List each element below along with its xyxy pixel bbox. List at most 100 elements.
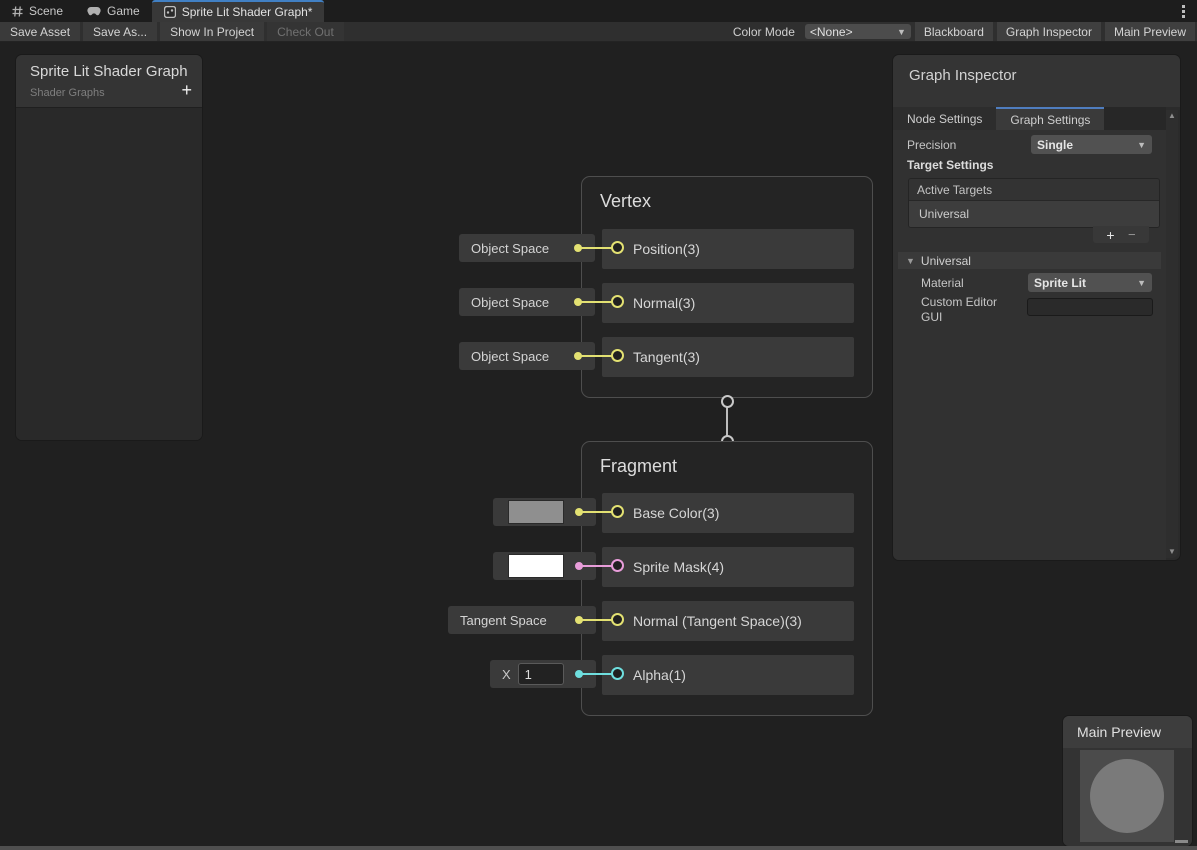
gamepad-icon xyxy=(87,6,101,16)
sprite-mask-input-port[interactable] xyxy=(611,559,624,572)
port-label: Tangent(3) xyxy=(633,349,700,365)
tangent-input-port[interactable] xyxy=(611,349,624,362)
fragment-normal-row[interactable]: Normal (Tangent Space)(3) xyxy=(602,601,854,641)
chevron-down-icon: ▼ xyxy=(1137,278,1146,288)
chevron-down-icon: ▼ xyxy=(897,27,906,37)
material-dropdown[interactable]: Sprite Lit ▼ xyxy=(1028,273,1152,292)
preview-render-area xyxy=(1080,750,1174,842)
space-pill-label: Tangent Space xyxy=(460,613,547,628)
graph-inspector-panel[interactable]: Graph Inspector Node Settings Graph Sett… xyxy=(893,55,1180,560)
port-label: Position(3) xyxy=(633,241,700,257)
graph-inspector-toggle-button[interactable]: Graph Inspector xyxy=(997,22,1101,41)
tangent-space-pill[interactable]: Object Space xyxy=(459,342,595,370)
color-mode-dropdown[interactable]: <None> ▼ xyxy=(805,24,911,39)
space-pill-label: Object Space xyxy=(471,241,549,256)
scroll-up-icon[interactable]: ▲ xyxy=(1168,112,1176,120)
edge-position xyxy=(578,247,614,249)
graph-inspector-title: Graph Inspector xyxy=(909,67,1017,84)
tab-node-settings[interactable]: Node Settings xyxy=(893,107,996,130)
port-label: Base Color(3) xyxy=(633,505,719,521)
tab-game[interactable]: Game xyxy=(75,0,152,22)
main-preview-toggle-button[interactable]: Main Preview xyxy=(1105,22,1195,41)
normal-ts-input-port[interactable] xyxy=(611,613,624,626)
alpha-x-label: X xyxy=(502,667,511,682)
add-target-button[interactable]: + xyxy=(1106,228,1114,242)
main-preview-panel[interactable]: Main Preview xyxy=(1063,716,1192,846)
kebab-menu-icon xyxy=(1182,5,1185,18)
sprite-mask-swatch[interactable] xyxy=(508,554,564,578)
alpha-input-port[interactable] xyxy=(611,667,624,680)
preview-sprite-circle xyxy=(1090,759,1164,833)
active-target-row-universal[interactable]: Universal xyxy=(909,201,1159,227)
position-input-port[interactable] xyxy=(611,241,624,254)
tab-shader-graph-label: Sprite Lit Shader Graph* xyxy=(182,5,313,19)
normal-input-port[interactable] xyxy=(611,295,624,308)
vertex-normal-row[interactable]: Normal(3) xyxy=(602,283,854,323)
tab-scene[interactable]: Scene xyxy=(0,0,75,22)
base-color-input-port[interactable] xyxy=(611,505,624,518)
shader-graph-toolbar: Save Asset Save As... Show In Project Ch… xyxy=(0,22,1197,42)
tab-shader-graph[interactable]: Sprite Lit Shader Graph* xyxy=(152,0,325,22)
blackboard-body xyxy=(16,108,202,440)
main-preview-body xyxy=(1063,748,1192,846)
foldout-arrow-icon: ▼ xyxy=(906,256,915,266)
edge-base-color xyxy=(578,511,614,513)
window-overflow-menu-button[interactable] xyxy=(1170,0,1197,22)
scene-grid-icon xyxy=(12,6,23,17)
vertex-node-title: Vertex xyxy=(600,191,651,212)
edge-tangent xyxy=(578,355,614,357)
space-pill-label: Object Space xyxy=(471,295,549,310)
blackboard-subtitle: Shader Graphs xyxy=(30,87,105,99)
normal-tangent-space-pill[interactable]: Tangent Space xyxy=(448,606,596,634)
tab-game-label: Game xyxy=(107,4,140,18)
vertex-node[interactable]: Vertex Position(3) Normal(3) Tangent(3) xyxy=(581,176,873,398)
precision-dropdown[interactable]: Single ▼ xyxy=(1031,135,1152,154)
blackboard-panel[interactable]: Sprite Lit Shader Graph Shader Graphs + xyxy=(16,55,202,440)
save-as-button[interactable]: Save As... xyxy=(83,22,157,41)
window-bottom-edge xyxy=(0,846,1197,850)
tab-graph-settings[interactable]: Graph Settings xyxy=(996,107,1104,130)
graph-settings-content: Precision Single ▼ Target Settings Activ… xyxy=(893,130,1166,560)
toolbar-right-group: Color Mode <None> ▼ Blackboard Graph Ins… xyxy=(727,22,1197,41)
save-asset-button[interactable]: Save Asset xyxy=(0,22,80,41)
normal-space-pill[interactable]: Object Space xyxy=(459,288,595,316)
fragment-node-title: Fragment xyxy=(600,456,677,477)
space-pill-label: Object Space xyxy=(471,349,549,364)
fragment-node[interactable]: Fragment Base Color(3) Sprite Mask(4) No… xyxy=(581,441,873,716)
material-label: Material xyxy=(921,276,964,290)
resize-handle[interactable] xyxy=(1175,840,1188,843)
blackboard-toggle-button[interactable]: Blackboard xyxy=(915,22,993,41)
connector-top-handle[interactable] xyxy=(721,395,734,408)
remove-target-button[interactable]: − xyxy=(1128,228,1136,241)
port-label: Normal (Tangent Space)(3) xyxy=(633,613,802,629)
alpha-value-field[interactable]: 1 xyxy=(518,663,564,685)
universal-foldout-label: Universal xyxy=(921,254,971,268)
shader-graph-window: Scene Game Sprite Lit Shader Graph* Save… xyxy=(0,0,1197,850)
fragment-alpha-row[interactable]: Alpha(1) xyxy=(602,655,854,695)
fragment-sprite-mask-row[interactable]: Sprite Mask(4) xyxy=(602,547,854,587)
main-preview-title: Main Preview xyxy=(1077,724,1161,740)
tab-scene-label: Scene xyxy=(29,4,63,18)
edge-normal xyxy=(578,301,614,303)
base-color-swatch[interactable] xyxy=(508,500,564,524)
fragment-base-color-row[interactable]: Base Color(3) xyxy=(602,493,854,533)
graph-inspector-tabs: Node Settings Graph Settings xyxy=(893,107,1166,130)
inspector-scrollbar[interactable]: ▲ ▼ xyxy=(1166,110,1178,558)
target-settings-heading: Target Settings xyxy=(907,158,993,172)
show-in-project-button[interactable]: Show In Project xyxy=(160,22,264,41)
position-space-pill[interactable]: Object Space xyxy=(459,234,595,262)
custom-editor-gui-field[interactable] xyxy=(1027,298,1153,316)
target-add-remove-bar: + − xyxy=(1093,226,1149,243)
editor-tab-bar: Scene Game Sprite Lit Shader Graph* xyxy=(0,0,1197,22)
precision-label: Precision xyxy=(907,138,956,152)
universal-foldout[interactable]: ▼ Universal xyxy=(898,252,1161,269)
scroll-down-icon[interactable]: ▼ xyxy=(1168,548,1176,556)
edge-alpha xyxy=(578,673,614,675)
material-value: Sprite Lit xyxy=(1034,276,1086,290)
vertex-position-row[interactable]: Position(3) xyxy=(602,229,854,269)
color-mode-label: Color Mode xyxy=(727,25,801,39)
vertex-tangent-row[interactable]: Tangent(3) xyxy=(602,337,854,377)
add-property-button[interactable]: + xyxy=(181,81,192,99)
main-preview-header: Main Preview xyxy=(1063,716,1192,748)
chevron-down-icon: ▼ xyxy=(1137,140,1146,150)
